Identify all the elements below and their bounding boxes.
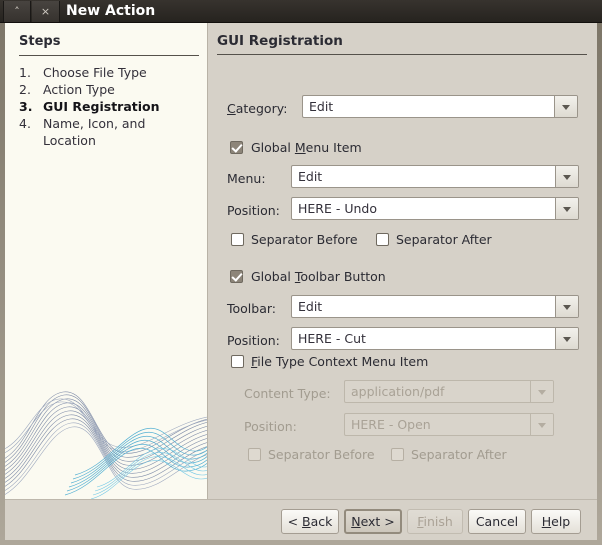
chevron-up-icon[interactable]: ˄ <box>3 1 31 22</box>
global-menu-item-label: Global Menu Item <box>251 140 362 156</box>
category-value: Edit <box>303 96 554 117</box>
menu-separator-after-label: Separator After <box>396 232 492 248</box>
window-title: New Action <box>66 0 155 23</box>
menu-label: Menu: <box>227 171 266 187</box>
finish-button: Finish <box>407 509 463 534</box>
chevron-down-icon[interactable] <box>555 296 578 317</box>
content-type-label: Content Type: <box>244 386 331 402</box>
toolbar-position-label: Position: <box>227 333 280 349</box>
global-toolbar-button-checkbox[interactable] <box>230 270 243 283</box>
steps-divider <box>19 55 199 56</box>
step-number: 1. <box>19 64 43 81</box>
global-toolbar-button-label: Global Toolbar Button <box>251 269 386 285</box>
wizard-button-bar: < Back Next > Finish Cancel Help <box>5 499 597 540</box>
steps-list: 1. Choose File Type 2. Action Type 3. GU… <box>19 64 199 149</box>
chevron-down-icon[interactable] <box>554 96 577 117</box>
step-label: Choose File Type <box>43 64 199 81</box>
toolbar-combobox[interactable]: Edit <box>291 295 579 318</box>
menu-position-combobox[interactable]: HERE - Undo <box>291 197 579 220</box>
step-label: Name, Icon, and Location <box>43 115 199 149</box>
step-number: 2. <box>19 81 43 98</box>
chevron-down-icon[interactable] <box>555 328 578 349</box>
page-title: GUI Registration <box>217 33 343 49</box>
file-type-context-menu-item-checkbox[interactable] <box>231 355 244 368</box>
next-button[interactable]: Next > <box>344 509 402 534</box>
content-type-value: application/pdf <box>345 381 530 402</box>
context-separator-after-label: Separator After <box>411 447 507 463</box>
step-item-1: 1. Choose File Type <box>19 64 199 81</box>
title-bar: ˄ × New Action <box>0 0 602 23</box>
page-title-divider <box>217 54 587 55</box>
menu-position-value: HERE - Undo <box>292 198 555 219</box>
help-button[interactable]: Help <box>531 509 581 534</box>
context-position-label: Position: <box>244 419 297 435</box>
menu-separator-after-checkbox[interactable] <box>376 233 389 246</box>
new-action-wizard-window: ˄ × New Action Steps 1. Choose File Type… <box>0 0 602 545</box>
global-menu-item-checkbox[interactable] <box>230 141 243 154</box>
file-type-context-menu-item-label: File Type Context Menu Item <box>251 354 428 370</box>
toolbar-position-combobox[interactable]: HERE - Cut <box>291 327 579 350</box>
toolbar-label: Toolbar: <box>227 301 276 317</box>
cancel-button[interactable]: Cancel <box>468 509 526 534</box>
menu-position-label: Position: <box>227 203 280 219</box>
context-separator-after-checkbox <box>391 448 404 461</box>
step-label: Action Type <box>43 81 199 98</box>
menu-separator-before-label: Separator Before <box>251 232 358 248</box>
category-label: Category: <box>227 101 287 117</box>
menu-combobox[interactable]: Edit <box>291 165 579 188</box>
chevron-down-icon <box>530 414 553 435</box>
steps-pane: Steps 1. Choose File Type 2. Action Type… <box>5 23 208 499</box>
step-label: GUI Registration <box>43 98 199 115</box>
steps-heading: Steps <box>19 34 60 49</box>
close-icon[interactable]: × <box>32 1 60 22</box>
decorative-wave-graphic <box>5 369 208 499</box>
step-item-3-current: 3. GUI Registration <box>19 98 199 115</box>
menu-separator-before-checkbox[interactable] <box>231 233 244 246</box>
category-combobox[interactable]: Edit <box>302 95 578 118</box>
back-button[interactable]: < Back <box>281 509 339 534</box>
context-separator-before-checkbox <box>248 448 261 461</box>
chevron-down-icon <box>530 381 553 402</box>
toolbar-position-value: HERE - Cut <box>292 328 555 349</box>
context-position-value: HERE - Open <box>345 414 530 435</box>
chevron-down-icon[interactable] <box>555 198 578 219</box>
toolbar-value: Edit <box>292 296 555 317</box>
content-pane: GUI Registration Category: Edit Global M… <box>208 23 597 499</box>
step-item-4: 4. Name, Icon, and Location <box>19 115 199 149</box>
chevron-down-icon[interactable] <box>555 166 578 187</box>
context-separator-before-label: Separator Before <box>268 447 375 463</box>
context-position-combobox: HERE - Open <box>344 413 554 436</box>
step-item-2: 2. Action Type <box>19 81 199 98</box>
content-type-combobox: application/pdf <box>344 380 554 403</box>
step-number: 3. <box>19 98 43 115</box>
step-number: 4. <box>19 115 43 132</box>
menu-value: Edit <box>292 166 555 187</box>
